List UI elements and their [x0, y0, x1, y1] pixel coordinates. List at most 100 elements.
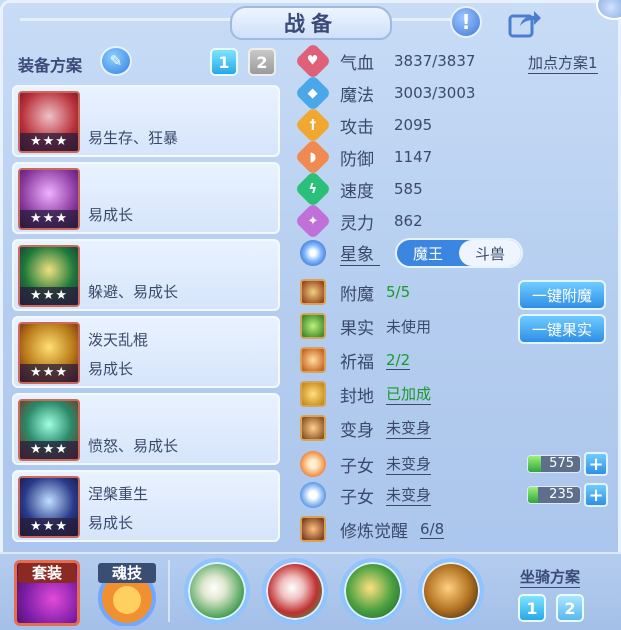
equipment-necklace-icon: ★★★	[18, 322, 80, 384]
star-option-demon-king[interactable]: 魔王	[397, 240, 459, 266]
equip-desc: 易生存、狂暴	[88, 129, 179, 147]
buff-value[interactable]: 未变身	[386, 417, 432, 439]
buff-row-blessing: 祈福 2/2	[300, 346, 411, 374]
buff-row-fief: 封地 已加成	[300, 380, 432, 408]
enchant-icon	[300, 279, 326, 305]
stat-row-speed: ϟ 速度 585	[294, 170, 423, 208]
equipment-weapon-icon: ★★★	[18, 91, 80, 153]
equip-item[interactable]: ★★★ 易成长	[12, 162, 280, 234]
stat-label: 攻击	[340, 117, 374, 138]
buff-value[interactable]: 未变身	[386, 453, 432, 475]
progress-value: 575	[549, 456, 574, 471]
buff-row-transform: 变身 未变身	[300, 414, 432, 442]
share-icon[interactable]	[508, 8, 542, 38]
stat-value: 2095	[394, 116, 433, 134]
star-sign-toggle[interactable]: 魔王 斗兽	[395, 238, 523, 268]
alert-icon[interactable]: !	[450, 6, 482, 38]
buff-value[interactable]: 2/2	[386, 351, 411, 370]
buff-label: 封地	[340, 386, 374, 407]
equipment-belt-icon: ★★★	[18, 399, 80, 461]
buff-value: 5/5	[386, 283, 411, 301]
shield-icon: ◗	[294, 138, 332, 176]
equip-item[interactable]: ★★★ 愤怒、易成长	[12, 393, 280, 465]
sword-icon: †	[294, 106, 332, 144]
equip-desc: 易成长	[88, 206, 134, 224]
speed-icon: ϟ	[294, 170, 332, 208]
cultivate-icon	[300, 516, 326, 542]
stat-row-defense: ◗ 防御 1147	[294, 138, 432, 176]
buff-label: 变身	[340, 420, 374, 441]
mount-skill-2-icon[interactable]	[262, 558, 328, 624]
child-1-progress-bar: 575	[527, 455, 581, 473]
stat-label: 灵力	[340, 213, 374, 234]
star-rating: ★★★	[20, 518, 78, 536]
stat-row-attack: † 攻击 2095	[294, 106, 433, 144]
buff-label: 子女	[340, 487, 374, 508]
equipment-helm-icon: ★★★	[18, 245, 80, 307]
mount-skill-3-icon[interactable]	[340, 558, 406, 624]
child-2-plus-button[interactable]: +	[584, 483, 608, 507]
buff-row-cultivate: 修炼觉醒 6/8	[300, 515, 445, 543]
child-icon	[300, 482, 326, 508]
equipment-boots-icon: ★★★	[18, 476, 80, 538]
mount-skill-1-icon[interactable]	[184, 558, 250, 624]
star-rating: ★★★	[20, 287, 78, 305]
buff-label: 子女	[340, 456, 374, 477]
child-1-plus-button[interactable]: +	[584, 452, 608, 476]
mana-icon: ◆	[294, 74, 332, 112]
equip-scheme-2-button[interactable]: 2	[248, 48, 276, 76]
stat-value: 862	[394, 212, 423, 230]
blessing-icon	[300, 347, 326, 373]
page-title: 战备	[230, 6, 392, 40]
equipment-armor-icon: ★★★	[18, 168, 80, 230]
stat-row-spirit: ✦ 灵力 862	[294, 202, 423, 240]
star-rating: ★★★	[20, 210, 78, 228]
equip-desc: 易成长	[88, 360, 134, 378]
stat-label: 防御	[340, 149, 374, 170]
equip-item[interactable]: ★★★ 泼天乱棍 易成长	[12, 316, 280, 388]
equip-item[interactable]: ★★★ 易生存、狂暴	[12, 85, 280, 157]
title-divider-right	[392, 18, 452, 21]
star-rating: ★★★	[20, 364, 78, 382]
progress-value: 235	[549, 487, 574, 502]
star-option-beast[interactable]: 斗兽	[459, 240, 521, 266]
buff-value[interactable]: 6/8	[420, 520, 445, 539]
buff-label: 修炼觉醒	[340, 521, 408, 542]
heart-icon: ♥	[294, 42, 332, 80]
star-sign-label[interactable]: 星象	[340, 240, 380, 266]
stat-value: 3003/3003	[394, 84, 476, 102]
buff-value[interactable]: 未变身	[386, 484, 432, 506]
transform-icon	[300, 415, 326, 441]
buff-value[interactable]: 已加成	[386, 383, 432, 405]
equip-scheme-label: 装备方案	[18, 56, 83, 75]
mount-scheme-2-button[interactable]: 2	[556, 594, 584, 622]
divider	[168, 560, 170, 622]
mount-skill-4-icon[interactable]	[418, 558, 484, 624]
equip-desc: 易成长	[88, 514, 134, 532]
spirit-icon: ✦	[294, 202, 332, 240]
equip-scheme-1-button[interactable]: 1	[210, 48, 238, 76]
stat-row-mp: ◆ 魔法 3003/3003	[294, 74, 476, 112]
equip-item[interactable]: ★★★ 躲避、易成长	[12, 239, 280, 311]
child-icon	[300, 451, 326, 477]
child-2-progress-bar: 235	[527, 486, 581, 504]
buff-label: 果实	[340, 318, 374, 339]
one-click-enchant-button[interactable]: 一键附魔	[518, 280, 606, 310]
mount-scheme-1-button[interactable]: 1	[518, 594, 546, 622]
title-divider-left	[20, 18, 230, 21]
star-rating: ★★★	[20, 133, 78, 151]
star-row: 星象	[300, 239, 380, 267]
one-click-fruit-button[interactable]: 一键果实	[518, 314, 606, 344]
equip-item[interactable]: ★★★ 涅槃重生 易成长	[12, 470, 280, 542]
stat-value: 3837/3837	[394, 52, 476, 70]
mount-scheme-label: 坐骑方案	[520, 568, 581, 588]
edit-icon[interactable]: ✎	[100, 46, 132, 76]
equip-name: 泼天乱棍	[88, 331, 149, 349]
set-label: 套装	[18, 563, 76, 583]
soul-skill-label: 魂技	[98, 563, 156, 583]
buff-value: 未使用	[386, 317, 432, 336]
stat-label: 气血	[340, 53, 374, 74]
stat-label: 魔法	[340, 85, 374, 106]
buff-label: 附魔	[340, 284, 374, 305]
attribute-plan-link[interactable]: 加点方案1	[528, 52, 598, 74]
